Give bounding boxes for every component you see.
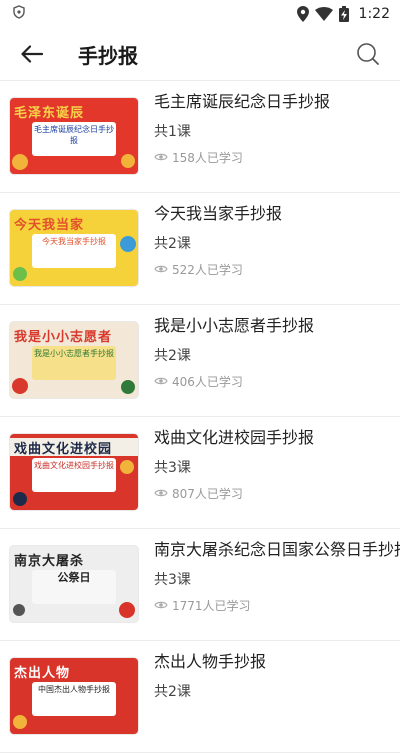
lesson-count: 共1课 xyxy=(154,124,191,140)
eye-icon xyxy=(154,153,168,161)
thumbnail-decoration xyxy=(12,154,28,170)
thumbnail-banner-text: 今天我当家 xyxy=(14,218,85,232)
course-title: 毛主席诞辰纪念日手抄报 xyxy=(154,92,331,111)
thumbnail-decoration xyxy=(13,492,27,506)
course-list: 毛泽东诞辰 毛主席诞辰纪念日手抄报 毛主席诞辰纪念日手抄报 共1课 158人已学… xyxy=(0,81,400,753)
lesson-count: 共2课 xyxy=(154,684,191,700)
list-item[interactable]: 我是小小志愿者 我是小小志愿者手抄报 我是小小志愿者手抄报 共2课 406人已学… xyxy=(0,305,400,417)
eye-icon xyxy=(154,377,168,385)
learner-count: 522人已学习 xyxy=(154,259,400,279)
location-icon xyxy=(296,6,309,22)
course-info: 我是小小志愿者手抄报 共2课 406人已学习 xyxy=(154,311,400,391)
thumbnail-decoration xyxy=(120,460,134,474)
thumbnail-inner-text: 今天我当家手抄报 xyxy=(32,234,116,268)
course-title: 今天我当家手抄报 xyxy=(154,204,283,223)
status-time: 1:22 xyxy=(358,6,390,22)
thumbnail-banner-text: 我是小小志愿者 xyxy=(14,330,113,344)
thumbnail-inner-text: 公祭日 xyxy=(32,570,116,604)
course-title: 南京大屠杀纪念日国家公祭日手抄报 xyxy=(154,540,400,559)
thumbnail-inner-text: 毛主席诞辰纪念日手抄报 xyxy=(32,122,116,156)
list-item[interactable]: 今天我当家 今天我当家手抄报 今天我当家手抄报 共2课 522人已学习 xyxy=(0,193,400,305)
learner-count: 807人已学习 xyxy=(154,483,400,503)
learner-count-text: 522人已学习 xyxy=(172,262,243,277)
learner-count: 1771人已学习 xyxy=(154,595,400,615)
thumbnail-decoration xyxy=(121,154,135,168)
course-title: 杰出人物手抄报 xyxy=(154,652,267,671)
thumbnail-decoration xyxy=(13,267,27,281)
thumbnail-inner-text: 中国杰出人物手抄报 xyxy=(32,682,116,716)
thumbnail-banner-text: 戏曲文化进校园 xyxy=(10,438,138,456)
thumbnail-decoration xyxy=(13,604,25,616)
eye-icon xyxy=(154,601,168,609)
learner-count: 406人已学习 xyxy=(154,371,400,391)
course-title: 戏曲文化进校园手抄报 xyxy=(154,428,315,447)
page-title: 手抄报 xyxy=(78,43,138,68)
thumbnail-banner-text: 杰出人物 xyxy=(14,666,71,680)
thumbnail-decoration xyxy=(120,236,136,252)
course-thumbnail: 我是小小志愿者 我是小小志愿者手抄报 xyxy=(10,322,138,398)
learner-count-text: 406人已学习 xyxy=(172,374,243,389)
learner-count: 158人已学习 xyxy=(154,147,400,167)
thumbnail-decoration xyxy=(12,378,28,394)
thumbnail-decoration xyxy=(13,715,27,729)
lesson-count: 共3课 xyxy=(154,460,191,476)
lesson-count: 共2课 xyxy=(154,236,191,252)
lesson-count: 共3课 xyxy=(154,572,191,588)
thumbnail-inner-text: 戏曲文化进校园手抄报 xyxy=(32,458,116,492)
course-thumbnail: 戏曲文化进校园 戏曲文化进校园手抄报 xyxy=(10,434,138,510)
course-title: 我是小小志愿者手抄报 xyxy=(154,316,315,335)
back-button[interactable] xyxy=(10,32,54,76)
learner-count-text: 1771人已学习 xyxy=(172,598,251,613)
course-info: 南京大屠杀纪念日国家公祭日手抄报 共3课 1771人已学习 xyxy=(154,535,400,615)
battery-charging-icon xyxy=(338,6,349,22)
status-bar: 1:22 xyxy=(0,0,400,28)
list-item[interactable]: 南京大屠杀 公祭日 南京大屠杀纪念日国家公祭日手抄报 共3课 1771人已学习 xyxy=(0,529,400,641)
eye-icon xyxy=(154,489,168,497)
course-info: 今天我当家手抄报 共2课 522人已学习 xyxy=(154,199,400,279)
list-item[interactable]: 毛泽东诞辰 毛主席诞辰纪念日手抄报 毛主席诞辰纪念日手抄报 共1课 158人已学… xyxy=(0,81,400,193)
arrow-left-icon xyxy=(21,45,43,63)
app-bar: 手抄报 xyxy=(0,28,400,81)
thumbnail-banner-text: 毛泽东诞辰 xyxy=(14,106,85,120)
search-icon xyxy=(357,43,379,65)
eye-icon xyxy=(154,265,168,273)
course-info: 戏曲文化进校园手抄报 共3课 807人已学习 xyxy=(154,423,400,503)
shield-notification-icon xyxy=(12,5,26,23)
list-item[interactable]: 戏曲文化进校园 戏曲文化进校园手抄报 戏曲文化进校园手抄报 共3课 807人已学… xyxy=(0,417,400,529)
course-info: 毛主席诞辰纪念日手抄报 共1课 158人已学习 xyxy=(154,87,400,167)
lesson-count: 共2课 xyxy=(154,348,191,364)
thumbnail-decoration xyxy=(119,602,135,618)
course-thumbnail: 今天我当家 今天我当家手抄报 xyxy=(10,210,138,286)
wifi-icon xyxy=(314,7,333,21)
list-item[interactable]: 杰出人物 中国杰出人物手抄报 杰出人物手抄报 共2课 xyxy=(0,641,400,753)
learner-count-text: 158人已学习 xyxy=(172,150,243,165)
learner-count-text: 807人已学习 xyxy=(172,486,243,501)
thumbnail-decoration xyxy=(121,380,135,394)
course-thumbnail: 南京大屠杀 公祭日 xyxy=(10,546,138,622)
thumbnail-inner-text: 我是小小志愿者手抄报 xyxy=(32,346,116,380)
course-thumbnail: 杰出人物 中国杰出人物手抄报 xyxy=(10,658,138,734)
thumbnail-banner-text: 南京大屠杀 xyxy=(14,554,85,568)
course-info: 杰出人物手抄报 共2课 xyxy=(154,647,400,702)
course-thumbnail: 毛泽东诞辰 毛主席诞辰纪念日手抄报 xyxy=(10,98,138,174)
search-button[interactable] xyxy=(350,36,386,72)
